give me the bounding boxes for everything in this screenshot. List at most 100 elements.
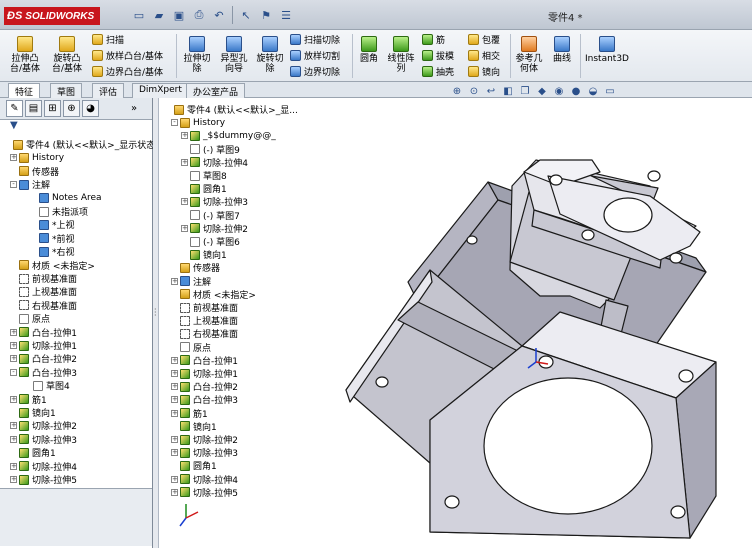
shell-button[interactable]: 抽壳 xyxy=(422,65,454,78)
draft-button[interactable]: 拔模 xyxy=(422,49,454,62)
feature-manager-tab-icon[interactable]: ✎ xyxy=(6,100,23,117)
graphics-area[interactable]: 零件4 (默认<<默认>_显... - History + _$$dummy@@_ (-)… xyxy=(159,98,752,548)
splitter-grip-icon[interactable]: · · · xyxy=(154,306,157,320)
tab-features[interactable]: 特征 xyxy=(8,83,41,98)
instant3d-button[interactable]: Instant3D xyxy=(582,36,632,64)
tree-node[interactable]: *前视 xyxy=(30,232,75,245)
zoom-area-icon[interactable]: ⊙ xyxy=(467,86,481,98)
expand-toggle-icon[interactable]: - xyxy=(10,368,17,376)
property-manager-tab-icon[interactable]: ▤ xyxy=(25,100,42,117)
intersect-button[interactable]: 相交 xyxy=(468,49,500,62)
part-model[interactable] xyxy=(159,98,752,548)
extrude-cut-button[interactable]: 拉伸切除 xyxy=(180,36,214,74)
tree-node[interactable]: - 注解 xyxy=(10,178,50,191)
sweep-button[interactable]: 扫描 xyxy=(92,33,124,46)
filter-icon[interactable]: ▼ xyxy=(0,120,152,132)
tab-dimxpert[interactable]: DimXpert xyxy=(132,83,189,98)
expand-toggle-icon[interactable]: + xyxy=(10,462,17,470)
section-view-icon[interactable]: ◧ xyxy=(501,86,515,98)
swept-cut-button[interactable]: 扫描切除 xyxy=(290,33,340,46)
tree-node[interactable]: 未指派项 xyxy=(30,205,88,218)
tree-node[interactable]: + 切除-拉伸3 xyxy=(10,433,77,446)
options-icon[interactable]: ☰ xyxy=(277,6,295,24)
reference-geometry-button[interactable]: 参考几 何体 xyxy=(512,36,546,74)
previous-view-icon[interactable]: ↩ xyxy=(484,86,498,98)
view-settings-icon[interactable]: ▭ xyxy=(603,86,617,98)
configuration-manager-tab-icon[interactable]: ⊞ xyxy=(44,100,61,117)
save-icon[interactable]: ▣ xyxy=(170,6,188,24)
hole-wizard-button[interactable]: 异型孔 向导 xyxy=(216,36,252,74)
curves-button[interactable]: 曲线 xyxy=(548,36,576,64)
expand-toggle-icon[interactable]: + xyxy=(10,342,17,349)
expand-toggle-icon[interactable]: + xyxy=(10,328,17,336)
tree-node[interactable]: + 切除-拉伸5 xyxy=(10,473,77,486)
tab-office-products[interactable]: 办公室产品 xyxy=(186,83,246,98)
loft-button[interactable]: 放样凸台/基体 xyxy=(92,49,163,62)
tree-node[interactable]: *右视 xyxy=(30,245,75,258)
fillet-button[interactable]: 圆角 xyxy=(356,36,382,64)
boundary-cut-button[interactable]: 边界切除 xyxy=(290,65,340,78)
lofted-cut-button[interactable]: 放样切割 xyxy=(290,49,340,62)
revolve-boss-button[interactable]: 旋转凸 台/基体 xyxy=(48,36,86,74)
expand-toggle-icon[interactable]: + xyxy=(10,355,17,363)
bolt-hole xyxy=(581,229,595,241)
tree-node[interactable]: 圆角1 xyxy=(10,446,56,459)
display-manager-tab-icon[interactable]: ◕ xyxy=(82,100,99,117)
tree-node[interactable]: 草图4 xyxy=(24,379,70,392)
view-orientation-icon[interactable]: ❐ xyxy=(518,86,532,98)
feat-icon xyxy=(19,474,29,485)
tree-node[interactable]: + History xyxy=(10,151,64,164)
linear-pattern-button[interactable]: 线性阵列 xyxy=(384,36,418,74)
tree-node[interactable]: *上视 xyxy=(30,218,75,231)
print-icon[interactable]: ⎙ xyxy=(190,6,208,24)
new-document-icon[interactable]: ▭ xyxy=(130,6,148,24)
tree-node[interactable]: 传感器 xyxy=(10,165,59,178)
undo-icon[interactable]: ↶ xyxy=(210,6,228,24)
feat-icon xyxy=(19,327,29,338)
pl-icon xyxy=(19,273,29,284)
scene-icon[interactable]: ◒ xyxy=(586,86,600,98)
expand-toggle-icon[interactable]: - xyxy=(10,181,17,189)
tree-node[interactable]: 上视基准面 xyxy=(10,285,77,298)
expand-toggle-icon[interactable]: + xyxy=(10,435,17,443)
tree-node[interactable]: 原点 xyxy=(10,312,50,325)
tree-node[interactable]: + 筋1 xyxy=(10,393,47,406)
expand-toggle-icon[interactable]: + xyxy=(10,476,17,483)
expand-chevron-icon[interactable]: » xyxy=(131,103,137,114)
rib-button[interactable]: 筋 xyxy=(422,33,445,46)
sk-icon xyxy=(33,380,43,391)
hide-show-icon[interactable]: ◉ xyxy=(552,86,566,98)
tree-root[interactable]: 零件4 (默认<<默认>_显示状态 xyxy=(4,138,155,151)
mirror-button[interactable]: 镜向 xyxy=(468,65,500,78)
zoom-fit-icon[interactable]: ⊕ xyxy=(450,86,464,98)
tree-node[interactable]: 右视基准面 xyxy=(10,299,77,312)
tree-node[interactable]: Notes Area xyxy=(30,192,102,205)
tree-node[interactable]: + 切除-拉伸4 xyxy=(10,460,77,473)
btn-label: 除 xyxy=(192,64,202,74)
tab-sketch[interactable]: 草图 xyxy=(50,83,83,98)
open-folder-icon[interactable]: ▰ xyxy=(150,6,168,24)
tree-node[interactable]: 前视基准面 xyxy=(10,272,77,285)
tree-node[interactable]: + 凸台-拉伸1 xyxy=(10,326,77,339)
boundary-boss-button[interactable]: 边界凸台/基体 xyxy=(92,65,163,78)
tab-evaluate[interactable]: 评估 xyxy=(92,83,125,98)
rebuild-icon[interactable]: ⚑ xyxy=(257,6,275,24)
edit-appearance-icon[interactable]: ● xyxy=(569,86,583,98)
wrap-button[interactable]: 包覆 xyxy=(468,33,500,46)
select-arrow-icon[interactable]: ↖ xyxy=(237,6,255,24)
solidworks-logo[interactable]: ƉS SOLIDWORKS xyxy=(4,7,101,25)
dimxpert-manager-tab-icon[interactable]: ⊕ xyxy=(63,100,80,117)
expand-toggle-icon[interactable]: + xyxy=(10,154,17,162)
display-style-icon[interactable]: ◆ xyxy=(535,86,549,98)
extrude-boss-button[interactable]: 拉伸凸 台/基体 xyxy=(8,36,42,74)
btn-label: 放样凸台/基体 xyxy=(106,52,164,62)
tree-node[interactable]: + 切除-拉伸2 xyxy=(10,419,77,432)
tree-node[interactable]: + 凸台-拉伸2 xyxy=(10,352,77,365)
tree-node[interactable]: 镜向1 xyxy=(10,406,56,419)
expand-toggle-icon[interactable]: + xyxy=(10,422,17,430)
tree-node[interactable]: - 凸台-拉伸3 xyxy=(10,366,77,379)
tree-node[interactable]: + 切除-拉伸1 xyxy=(10,339,77,352)
revolve-cut-button[interactable]: 旋转切除 xyxy=(252,36,288,74)
tree-node[interactable]: 材质 <未指定> xyxy=(10,259,95,272)
expand-toggle-icon[interactable]: + xyxy=(10,395,17,403)
